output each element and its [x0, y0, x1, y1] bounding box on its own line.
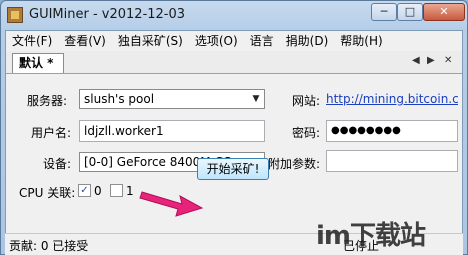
server-dropdown[interactable]: slush's pool ▼: [79, 89, 265, 109]
device-label: 设备:: [43, 157, 72, 171]
extra-args-label: 附加参数:: [268, 157, 321, 171]
start-mining-button[interactable]: 开始采矿!: [197, 158, 269, 180]
watermark-text: im下载站: [316, 221, 426, 251]
cpu0-label: 0: [94, 184, 102, 198]
pickaxe-app-icon: [7, 7, 23, 23]
tab-strip: 默认 * ◀ ▶ ✕: [6, 51, 462, 74]
cpu1-label: 1: [126, 184, 134, 198]
status-accepted: 贡献: 0 已接受: [9, 239, 89, 253]
tab-next-icon[interactable]: ▶: [427, 55, 435, 66]
tab-close-icon[interactable]: ✕: [444, 55, 452, 66]
server-value: slush's pool: [84, 92, 155, 106]
menu-view[interactable]: 查看(V): [58, 31, 112, 51]
website-link[interactable]: http://mining.bitcoin.cz: [326, 92, 458, 106]
menu-bar: 文件(F) 查看(V) 独自采矿(S) 选项(O) 语言 捐助(D) 帮助(H): [6, 31, 462, 51]
minimize-button[interactable]: ─: [371, 3, 397, 21]
cpu0-checkbox[interactable]: ✓: [78, 184, 91, 197]
menu-solo[interactable]: 独自采矿(S): [112, 31, 189, 51]
username-label: 用户名:: [31, 126, 72, 140]
tab-default[interactable]: 默认 *: [12, 53, 64, 73]
password-label: 密码:: [292, 126, 321, 140]
menu-language[interactable]: 语言: [244, 31, 280, 51]
website-label: 网站:: [292, 94, 321, 108]
chevron-down-icon: ▼: [252, 94, 260, 104]
menu-help[interactable]: 帮助(H): [334, 31, 388, 51]
server-label: 服务器:: [27, 94, 68, 108]
tab-prev-icon[interactable]: ◀: [412, 55, 420, 66]
extra-args-input[interactable]: [326, 150, 458, 172]
username-input[interactable]: ldjzll.worker1: [79, 120, 265, 142]
cpu1-checkbox[interactable]: [110, 184, 123, 197]
menu-options[interactable]: 选项(O): [189, 31, 244, 51]
miner-settings-panel: 服务器: slush's pool ▼ 网站: http://mining.bi…: [6, 74, 462, 237]
maximize-button[interactable]: □: [397, 3, 423, 21]
window-title: GUIMiner - v2012-12-03: [29, 7, 186, 22]
menu-file[interactable]: 文件(F): [6, 31, 58, 51]
cpu-affinity-label: CPU 关联:: [19, 186, 76, 200]
pointer-arrow-icon: [139, 191, 204, 217]
title-bar[interactable]: GUIMiner - v2012-12-03 ─ □ ✕: [1, 1, 467, 31]
close-button[interactable]: ✕: [423, 3, 465, 21]
password-input[interactable]: ●●●●●●●●: [326, 120, 458, 142]
menu-donate[interactable]: 捐助(D): [280, 31, 335, 51]
